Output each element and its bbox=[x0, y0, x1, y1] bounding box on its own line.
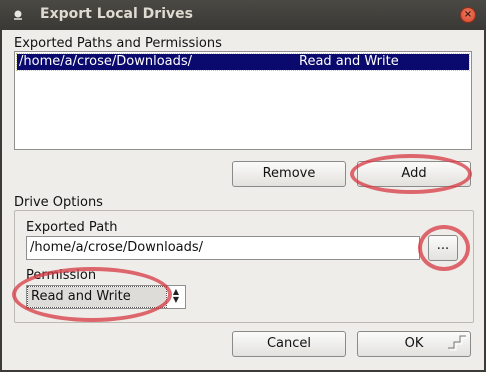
permission-label: Permission bbox=[26, 268, 97, 283]
add-button[interactable]: Add bbox=[357, 161, 471, 187]
exported-paths-list[interactable]: /home/a/crose/Downloads/ Read and Write bbox=[14, 51, 472, 150]
browse-button[interactable]: ... bbox=[428, 235, 458, 261]
row-path: /home/a/crose/Downloads/ bbox=[19, 54, 193, 69]
row-permission: Read and Write bbox=[299, 54, 399, 69]
remove-button[interactable]: Remove bbox=[232, 161, 346, 187]
drive-options-label: Drive Options bbox=[14, 195, 103, 210]
title-bar[interactable]: Export Local Drives × bbox=[0, 0, 486, 30]
window-title: Export Local Drives bbox=[40, 6, 193, 22]
export-local-drives-dialog: Export Local Drives × Exported Paths and… bbox=[0, 0, 486, 372]
exported-path-input[interactable]: /home/a/crose/Downloads/ bbox=[26, 236, 420, 260]
permission-select[interactable]: Read and Write ▲ ▼ bbox=[26, 285, 186, 309]
permission-value: Read and Write bbox=[27, 286, 167, 308]
close-icon: × bbox=[463, 9, 473, 20]
exported-paths-label: Exported Paths and Permissions bbox=[14, 36, 222, 51]
up-down-arrows-icon: ▲ ▼ bbox=[172, 287, 180, 304]
cancel-button[interactable]: Cancel bbox=[232, 331, 346, 357]
table-row[interactable]: /home/a/crose/Downloads/ Read and Write bbox=[16, 53, 470, 71]
close-button[interactable]: × bbox=[460, 7, 476, 23]
exported-path-label: Exported Path bbox=[26, 220, 118, 235]
app-icon bbox=[14, 10, 22, 20]
dialog-content: Exported Paths and Permissions /home/a/c… bbox=[2, 30, 484, 370]
resize-grip-icon[interactable] bbox=[446, 334, 468, 352]
